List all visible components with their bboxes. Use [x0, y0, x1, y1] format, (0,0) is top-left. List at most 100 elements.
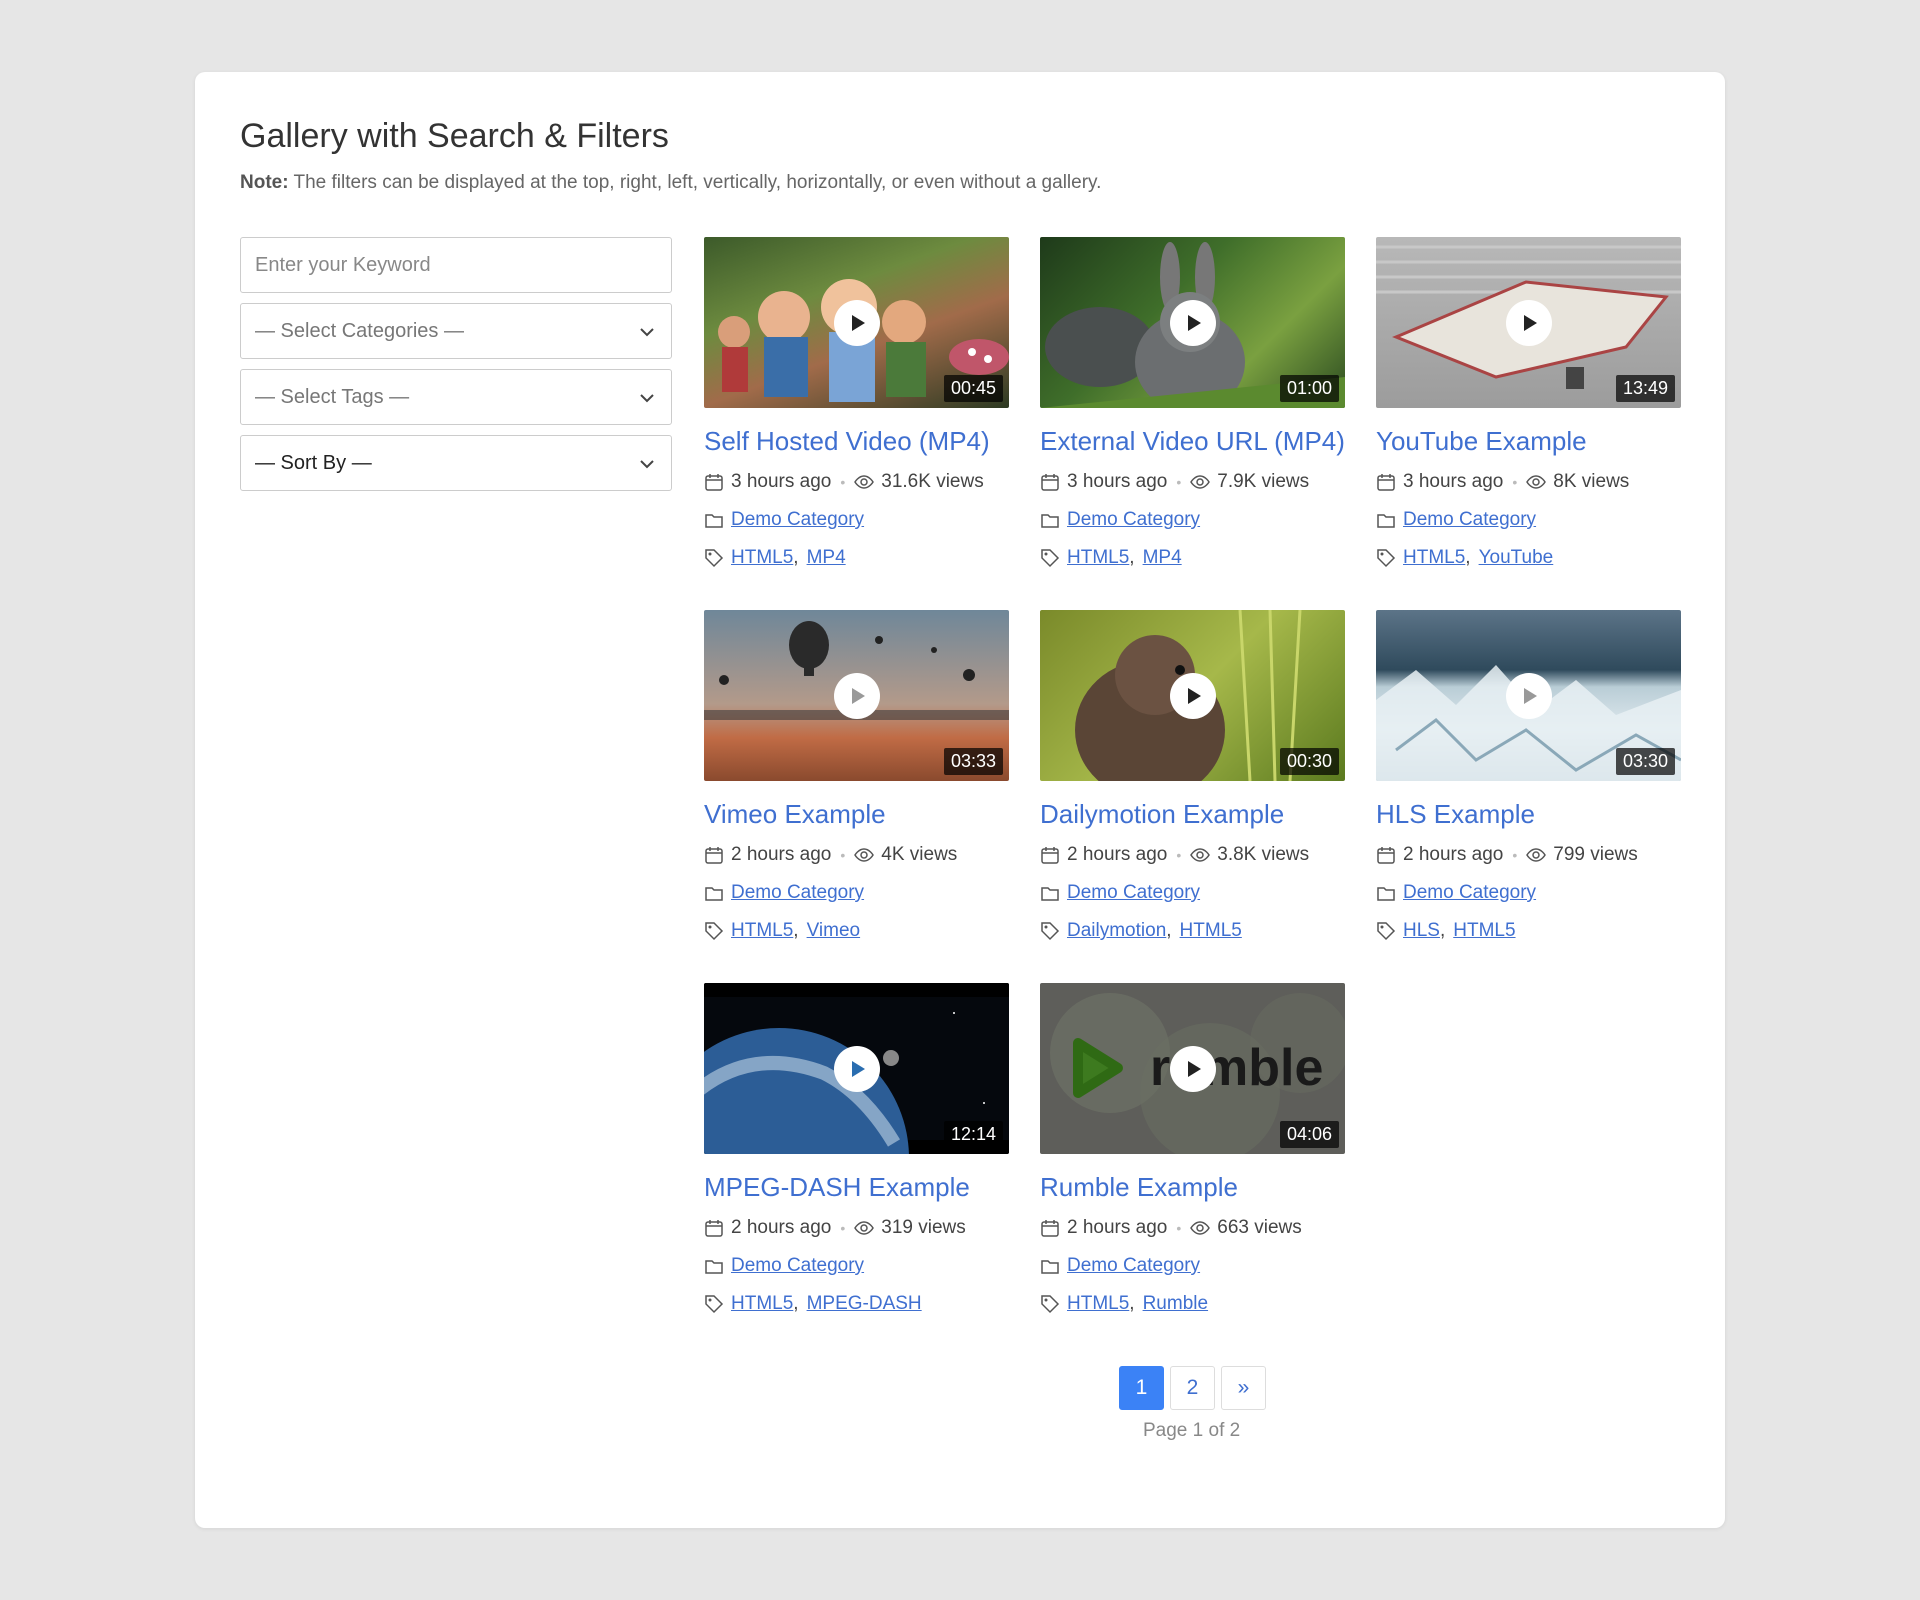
tag-link[interactable]: HLS: [1403, 920, 1440, 942]
category-link[interactable]: Demo Category: [731, 882, 864, 904]
video-thumbnail[interactable]: 01:00: [1040, 237, 1345, 408]
category-link[interactable]: Demo Category: [1067, 882, 1200, 904]
folder-icon: [1377, 514, 1395, 528]
gallery-card: Gallery with Search & Filters Note: The …: [195, 72, 1725, 1528]
video-time: 2 hours ago: [731, 1217, 832, 1238]
video-title-link[interactable]: Rumble Example: [1040, 1172, 1345, 1203]
play-icon[interactable]: [833, 299, 880, 346]
video-item[interactable]: 01:00 External Video URL (MP4) 3 hours a…: [1040, 237, 1345, 569]
keyword-field[interactable]: [240, 237, 672, 293]
video-item[interactable]: 13:49 YouTube Example 3 hours ago • 8K v…: [1376, 237, 1681, 569]
play-icon[interactable]: [1169, 1045, 1216, 1092]
video-item[interactable]: 03:33 Vimeo Example 2 hours ago • 4K vie…: [704, 610, 1009, 942]
eye-icon: [854, 848, 875, 862]
next-page-button[interactable]: »: [1221, 1366, 1266, 1410]
eye-icon: [854, 475, 875, 489]
tag-link[interactable]: MPEG-DASH: [807, 1293, 922, 1315]
video-title-link[interactable]: Self Hosted Video (MP4): [704, 426, 1009, 457]
tag-icon: [1041, 549, 1060, 568]
category-link[interactable]: Demo Category: [1067, 1255, 1200, 1277]
tags-select[interactable]: — Select Tags —: [240, 369, 672, 425]
tag-link[interactable]: YouTube: [1479, 547, 1554, 569]
folder-icon: [1041, 887, 1059, 901]
tag-separator: ,: [1129, 1293, 1135, 1314]
chevron-down-icon: [640, 328, 654, 337]
category-link[interactable]: Demo Category: [731, 1255, 864, 1277]
categories-select-value: — Select Categories —: [255, 319, 464, 342]
folder-icon: [705, 1260, 723, 1274]
tag-link[interactable]: HTML5: [1067, 547, 1129, 569]
tag-link[interactable]: HTML5: [1180, 920, 1242, 942]
video-thumbnail[interactable]: 03:33: [704, 610, 1009, 781]
video-time: 2 hours ago: [1067, 844, 1168, 865]
video-item[interactable]: 03:30 HLS Example 2 hours ago • 799 view…: [1376, 610, 1681, 942]
play-icon[interactable]: [1169, 672, 1216, 719]
video-time: 2 hours ago: [731, 844, 832, 865]
keyword-input[interactable]: [255, 253, 657, 277]
video-views: 31.6K views: [881, 471, 984, 492]
tag-separator: ,: [1465, 547, 1471, 568]
tag-link[interactable]: MP4: [1143, 547, 1182, 569]
video-stats: 3 hours ago • 8K views: [1376, 471, 1681, 493]
category-link[interactable]: Demo Category: [1403, 882, 1536, 904]
video-thumbnail[interactable]: 00:45: [704, 237, 1009, 408]
video-title-link[interactable]: MPEG-DASH Example: [704, 1172, 1009, 1203]
tag-link[interactable]: HTML5: [731, 547, 793, 569]
category-link[interactable]: Demo Category: [1067, 509, 1200, 531]
video-tags-row: HLS, HTML5: [1376, 920, 1681, 942]
video-thumbnail[interactable]: 00:30: [1040, 610, 1345, 781]
video-title-link[interactable]: External Video URL (MP4): [1040, 426, 1345, 457]
video-duration: 01:00: [1279, 375, 1339, 402]
chevron-down-icon: [640, 394, 654, 403]
play-icon[interactable]: [1505, 299, 1552, 346]
page-2-button[interactable]: 2: [1170, 1366, 1215, 1410]
tag-link[interactable]: HTML5: [1403, 547, 1465, 569]
video-title-link[interactable]: YouTube Example: [1376, 426, 1681, 457]
tag-separator: ,: [793, 1293, 799, 1314]
tag-icon: [1041, 922, 1060, 941]
video-title-link[interactable]: Vimeo Example: [704, 799, 1009, 830]
video-time: 2 hours ago: [1403, 844, 1504, 865]
video-category-row: Demo Category: [1376, 882, 1681, 904]
tag-icon: [1377, 922, 1396, 941]
play-icon[interactable]: [1169, 299, 1216, 346]
tag-link[interactable]: Dailymotion: [1067, 920, 1166, 942]
note-text: Note: The filters can be displayed at th…: [240, 172, 1101, 194]
categories-select[interactable]: — Select Categories —: [240, 303, 672, 359]
calendar-icon: [705, 847, 723, 864]
video-thumbnail[interactable]: 03:30: [1376, 610, 1681, 781]
calendar-icon: [1041, 847, 1059, 864]
category-link[interactable]: Demo Category: [1403, 509, 1536, 531]
tag-link[interactable]: Vimeo: [807, 920, 861, 942]
video-item[interactable]: 12:14 MPEG-DASH Example 2 hours ago • 31…: [704, 983, 1009, 1315]
tag-link[interactable]: HTML5: [731, 1293, 793, 1315]
video-title-link[interactable]: HLS Example: [1376, 799, 1681, 830]
video-thumbnail[interactable]: rumble 04:06: [1040, 983, 1345, 1154]
video-stats: 3 hours ago • 7.9K views: [1040, 471, 1345, 493]
play-icon[interactable]: [833, 1045, 880, 1092]
play-icon[interactable]: [833, 672, 880, 719]
tag-icon: [1041, 1295, 1060, 1314]
eye-icon: [1190, 848, 1211, 862]
video-item[interactable]: rumble 04:06 Rumble Example 2 hours ago …: [1040, 983, 1345, 1315]
tag-link[interactable]: HTML5: [1453, 920, 1515, 942]
video-thumbnail[interactable]: 13:49: [1376, 237, 1681, 408]
sort-select[interactable]: — Sort By —: [240, 435, 672, 491]
tag-link[interactable]: HTML5: [1067, 1293, 1129, 1315]
video-thumbnail[interactable]: 12:14: [704, 983, 1009, 1154]
page-title: Gallery with Search & Filters: [240, 117, 669, 155]
play-icon[interactable]: [1505, 672, 1552, 719]
video-item[interactable]: 00:30 Dailymotion Example 2 hours ago • …: [1040, 610, 1345, 942]
video-tags-row: HTML5, Vimeo: [704, 920, 1009, 942]
calendar-icon: [705, 474, 723, 491]
category-link[interactable]: Demo Category: [731, 509, 864, 531]
tag-link[interactable]: MP4: [807, 547, 846, 569]
video-time: 3 hours ago: [731, 471, 832, 492]
video-title-link[interactable]: Dailymotion Example: [1040, 799, 1345, 830]
page-1-button[interactable]: 1: [1119, 1366, 1164, 1410]
tag-link[interactable]: HTML5: [731, 920, 793, 942]
video-item[interactable]: 00:45 Self Hosted Video (MP4) 3 hours ag…: [704, 237, 1009, 569]
eye-icon: [1190, 1221, 1211, 1235]
tag-link[interactable]: Rumble: [1143, 1293, 1208, 1315]
video-tags-row: Dailymotion, HTML5: [1040, 920, 1345, 942]
